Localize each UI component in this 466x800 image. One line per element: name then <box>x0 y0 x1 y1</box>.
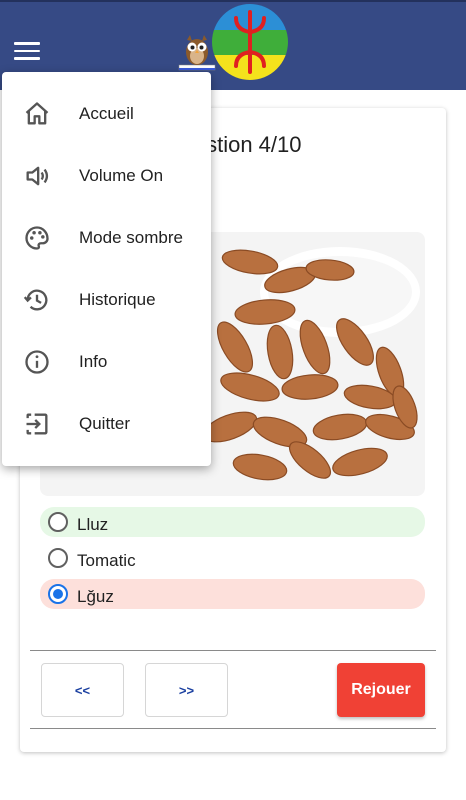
previous-button[interactable]: << <box>41 663 124 717</box>
palette-icon <box>25 226 49 250</box>
radio-button[interactable] <box>48 548 68 568</box>
next-button[interactable]: >> <box>145 663 228 717</box>
exit-icon <box>26 413 48 435</box>
menu-item-label: Accueil <box>79 104 134 123</box>
menu-item-label: Mode sombre <box>79 228 183 247</box>
answer-option-3[interactable]: Lğuz <box>40 579 425 609</box>
menu-item-label: Quitter <box>79 414 131 433</box>
menu-item-info[interactable]: Info <box>2 331 211 393</box>
info-icon <box>25 350 49 374</box>
navigation-menu: Accueil Volume On Mode sombre Historique <box>2 72 211 466</box>
menu-item-label: Volume On <box>79 166 164 185</box>
menu-item-dark-mode[interactable]: Mode sombre <box>2 207 211 269</box>
menu-item-accueil[interactable]: Accueil <box>2 83 211 145</box>
answer-label: Lluz <box>77 515 109 534</box>
volume-icon <box>26 166 49 186</box>
answer-option-1[interactable]: Lluz <box>40 507 425 537</box>
radio-button-checked[interactable] <box>48 584 68 604</box>
menu-item-history[interactable]: Historique <box>2 269 211 331</box>
answer-option-2[interactable]: Tomatic <box>40 543 425 573</box>
divider <box>30 650 436 651</box>
answer-label: Tomatic <box>77 551 136 570</box>
menu-item-volume[interactable]: Volume On <box>2 145 211 207</box>
home-icon <box>25 102 49 125</box>
replay-button[interactable]: Rejouer <box>337 663 425 717</box>
owl-logo <box>178 35 216 71</box>
amazigh-flag-icon <box>212 4 288 80</box>
menu-icon[interactable] <box>14 42 40 60</box>
menu-item-label: Historique <box>79 290 156 309</box>
answer-label: Lğuz <box>77 587 114 606</box>
divider <box>30 728 436 729</box>
history-icon <box>23 289 48 311</box>
menu-item-quit[interactable]: Quitter <box>2 393 211 455</box>
radio-button[interactable] <box>48 512 68 532</box>
menu-item-label: Info <box>79 352 108 371</box>
